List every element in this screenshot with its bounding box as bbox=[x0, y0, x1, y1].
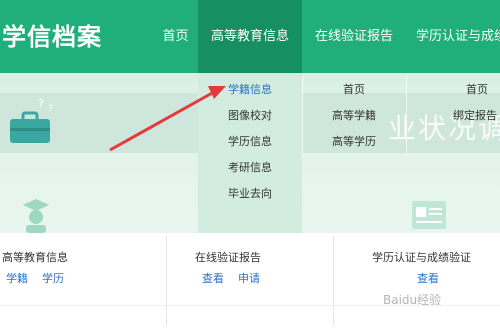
card-title-higher-education: 高等教育信息 bbox=[2, 251, 68, 264]
link-view-certification[interactable]: 查看 bbox=[417, 270, 439, 286]
card-divider bbox=[166, 236, 167, 326]
card-title-verification-report: 在线验证报告 bbox=[195, 251, 261, 264]
baidu-watermark: Baidu经验 bbox=[383, 293, 442, 307]
link-view-report[interactable]: 查看 bbox=[202, 270, 224, 286]
link-apply-report[interactable]: 申请 bbox=[238, 270, 260, 286]
card-divider bbox=[333, 236, 334, 326]
link-degree[interactable]: 学历 bbox=[42, 270, 64, 286]
card-title-degree-certification: 学历认证与成绩验证 bbox=[372, 251, 471, 264]
link-student-status[interactable]: 学籍 bbox=[6, 270, 28, 286]
